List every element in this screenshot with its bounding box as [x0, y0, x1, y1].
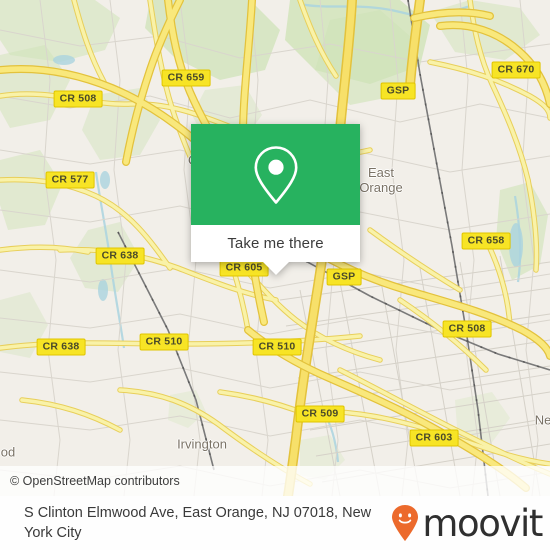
take-me-there-callout[interactable]: Take me there: [191, 124, 360, 275]
road-shield: CR 659: [161, 69, 211, 87]
place-label: od: [0, 444, 16, 460]
map-pin-icon: [252, 144, 300, 206]
road-shield: GSP: [380, 82, 416, 100]
moovit-brand[interactable]: moovit: [390, 501, 543, 545]
road-shield: CR 510: [252, 338, 302, 356]
road-shield: CR 603: [409, 429, 459, 447]
road-shield: CR 605: [219, 259, 269, 277]
openstreetmap-attribution[interactable]: © OpenStreetMap contributors: [10, 474, 180, 488]
callout-footer[interactable]: Take me there: [191, 225, 360, 262]
road-shield: CR 510: [139, 333, 189, 351]
road-shield: CR 658: [461, 232, 511, 250]
road-shield: GSP: [326, 268, 362, 286]
take-me-there-label: Take me there: [227, 235, 324, 252]
address-text: S Clinton Elmwood Ave, East Orange, NJ 0…: [24, 505, 372, 541]
map-attribution-bar: © OpenStreetMap contributors: [0, 466, 550, 496]
road-shield: CR 508: [53, 90, 103, 108]
road-shield: CR 638: [36, 338, 86, 356]
road-shield: CR 577: [45, 171, 95, 189]
place-label: East Orange: [359, 165, 403, 195]
road-shield: CR 508: [442, 320, 492, 338]
callout-body: [191, 124, 360, 225]
footer-bar: S Clinton Elmwood Ave, East Orange, NJ 0…: [0, 496, 550, 550]
moovit-map-screenshot: CR 659 CR 508 CR 670 GSP CR 577 CR 658 CR 638 C…: [0, 0, 550, 550]
callout-tail: [262, 262, 289, 275]
road-shield: CR 509: [295, 405, 345, 423]
place-label: Ne: [534, 412, 550, 428]
moovit-wordmark: moovit: [422, 501, 543, 545]
road-shield: CR 638: [95, 247, 145, 265]
moovit-smiley-pin-icon: [390, 504, 420, 542]
road-shield: CR 670: [491, 61, 541, 79]
place-label: Irvington: [177, 436, 227, 452]
map-canvas[interactable]: CR 659 CR 508 CR 670 GSP CR 577 CR 658 CR 638 C…: [0, 0, 550, 496]
